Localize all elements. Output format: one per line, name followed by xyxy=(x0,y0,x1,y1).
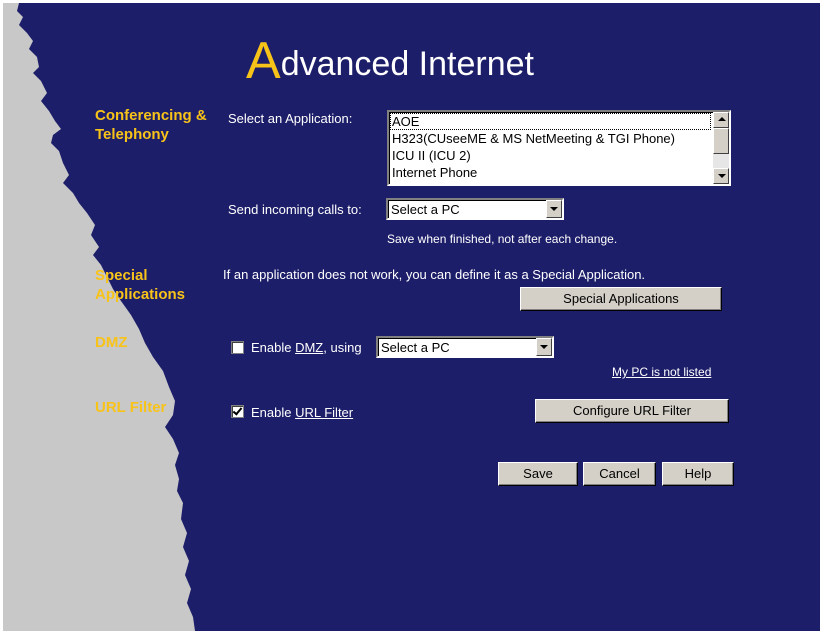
dmz-enable-prefix: Enable xyxy=(251,340,296,355)
dmz-enable-label: Enable DMZ, using xyxy=(251,340,362,355)
special-applications-button[interactable]: Special Applications xyxy=(520,287,722,311)
chevron-down-icon[interactable] xyxy=(546,200,562,218)
dmz-pc-select[interactable]: Select a PC xyxy=(376,336,554,358)
application-listbox[interactable]: AOE H323(CUseeME & MS NetMeeting & TGI Ph… xyxy=(387,110,731,186)
title-initial: A xyxy=(246,32,281,90)
application-option[interactable]: ICU II (ICU 2) xyxy=(390,147,711,164)
send-calls-value: Select a PC xyxy=(391,202,460,217)
save-button[interactable]: Save xyxy=(498,462,578,486)
special-description: If an application does not work, you can… xyxy=(223,267,646,282)
page-title: Advanced Internet xyxy=(246,31,534,91)
dmz-checkbox[interactable] xyxy=(231,341,244,354)
url-filter-enable-prefix: Enable xyxy=(251,405,296,420)
application-option[interactable]: H323(CUseeME & MS NetMeeting & TGI Phone… xyxy=(390,130,711,147)
save-hint: Save when finished, not after each chang… xyxy=(387,232,618,246)
dmz-link[interactable]: DMZ xyxy=(295,340,323,355)
pc-not-listed-link[interactable]: My PC is not listed xyxy=(612,365,711,379)
scroll-up-button[interactable] xyxy=(713,112,729,128)
select-application-label: Select an Application: xyxy=(228,111,353,126)
help-button[interactable]: Help xyxy=(662,462,734,486)
section-special-applications: Special Applications xyxy=(95,267,186,303)
send-calls-label: Send incoming calls to: xyxy=(228,202,362,217)
configure-url-filter-button[interactable]: Configure URL Filter xyxy=(535,399,729,423)
send-calls-select[interactable]: Select a PC xyxy=(386,198,564,220)
title-rest: dvanced Internet xyxy=(280,45,534,83)
application-scrollbar[interactable] xyxy=(713,112,729,184)
chevron-down-icon[interactable] xyxy=(536,338,552,356)
section-url-filter: URL Filter xyxy=(95,399,167,416)
page-panel: Advanced Internet Conferencing & Telepho… xyxy=(3,3,820,631)
dmz-pc-value: Select a PC xyxy=(381,340,450,355)
scroll-thumb[interactable] xyxy=(713,128,729,154)
torn-paper-edge xyxy=(3,3,195,631)
scroll-down-button[interactable] xyxy=(713,168,729,184)
url-filter-enable-label: Enable URL Filter xyxy=(251,405,353,420)
section-dmz: DMZ xyxy=(95,334,128,351)
application-option[interactable]: AOE xyxy=(390,113,711,130)
url-filter-checkbox[interactable] xyxy=(231,405,244,418)
dmz-enable-suffix: , using xyxy=(323,340,362,355)
url-filter-link[interactable]: URL Filter xyxy=(295,405,353,420)
application-option[interactable]: Internet Phone xyxy=(390,164,711,181)
section-conferencing: Conferencing & Telephony xyxy=(95,107,207,143)
cancel-button[interactable]: Cancel xyxy=(583,462,656,486)
